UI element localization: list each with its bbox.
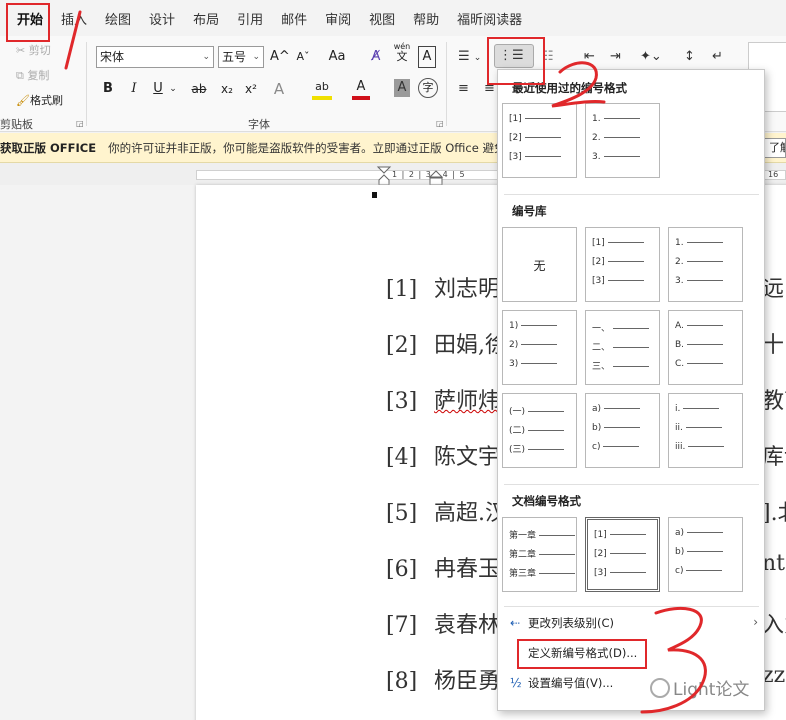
annotation-mark-2 bbox=[551, 61, 606, 108]
word-window: 开始 插入 绘图 设计 布局 引用 邮件 审阅 视图 帮助 福昕阅读器 ✂ 剪切… bbox=[0, 0, 786, 720]
annotation-mark-3 bbox=[640, 606, 707, 714]
annotation-mark-1 bbox=[64, 10, 82, 70]
handwritten-annotations bbox=[64, 10, 707, 714]
